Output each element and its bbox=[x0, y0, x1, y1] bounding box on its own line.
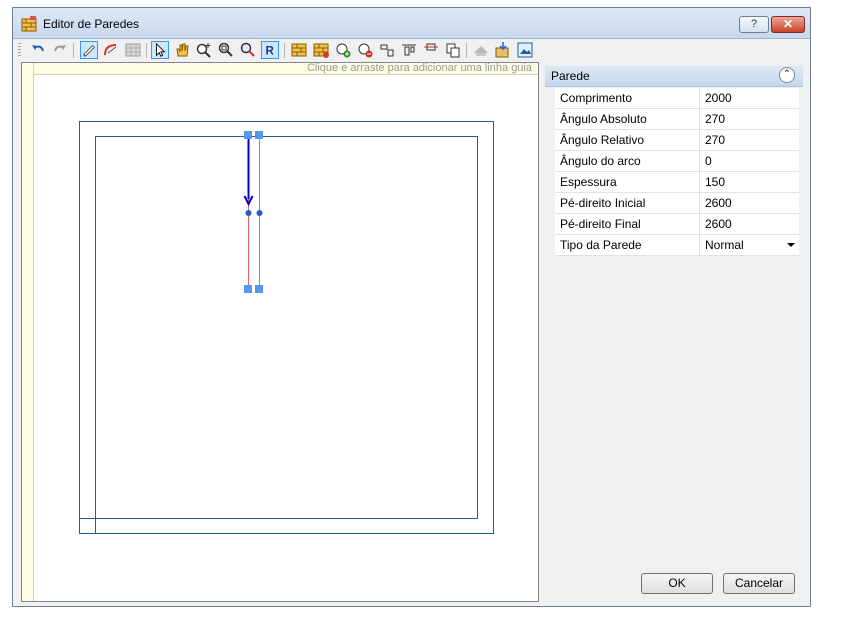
zoom-in-icon[interactable] bbox=[195, 41, 213, 59]
wall-editor-app-icon bbox=[21, 16, 37, 32]
toolbar-separator bbox=[146, 43, 147, 58]
toolbar-separator bbox=[466, 43, 467, 58]
dropdown-arrow-icon[interactable] bbox=[787, 243, 795, 247]
toolbar-separator bbox=[73, 43, 74, 58]
property-label: Comprimento bbox=[555, 88, 700, 108]
align-top-icon[interactable] bbox=[400, 41, 418, 59]
property-row-angulo-arco[interactable]: Ângulo do arco 0 bbox=[555, 151, 799, 172]
ok-button[interactable]: OK bbox=[641, 573, 713, 594]
toolbar-grip[interactable] bbox=[18, 43, 21, 57]
cancel-button[interactable]: Cancelar bbox=[723, 573, 795, 594]
import-icon[interactable] bbox=[494, 41, 512, 59]
property-value-angulo-relativo[interactable]: 270 bbox=[701, 130, 799, 150]
inner-wall-outline bbox=[95, 136, 478, 519]
wall-start-handle-right bbox=[255, 131, 263, 139]
help-button[interactable]: ? bbox=[739, 16, 769, 33]
plan-drawing[interactable] bbox=[22, 63, 539, 602]
property-row-pe-direito-inicial[interactable]: Pé-direito Inicial 2600 bbox=[555, 193, 799, 214]
property-row-pe-direito-final[interactable]: Pé-direito Final 2600 bbox=[555, 214, 799, 235]
roof-icon[interactable] bbox=[472, 41, 490, 59]
outer-wall-outline bbox=[79, 121, 494, 534]
wall-brick-icon[interactable] bbox=[290, 41, 308, 59]
collapse-chevron-icon[interactable]: ⌃ bbox=[779, 67, 795, 83]
wall-end-handle-left bbox=[244, 285, 252, 293]
property-value-angulo-arco[interactable]: 0 bbox=[701, 151, 799, 171]
property-label: Pé-direito Inicial bbox=[555, 193, 700, 213]
property-label: Ângulo do arco bbox=[555, 151, 700, 171]
property-row-espessura[interactable]: Espessura 150 bbox=[555, 172, 799, 193]
property-value-pe-direito-inicial[interactable]: 2600 bbox=[701, 193, 799, 213]
property-label: Pé-direito Final bbox=[555, 214, 700, 234]
close-button[interactable]: ✕ bbox=[771, 16, 805, 33]
grid-icon[interactable] bbox=[124, 41, 142, 59]
redo-icon[interactable] bbox=[51, 41, 69, 59]
remove-node-icon[interactable] bbox=[356, 41, 374, 59]
title-bar: Editor de Paredes ? ✕ bbox=[13, 8, 810, 39]
toolbar: R bbox=[13, 39, 810, 61]
property-value-comprimento[interactable]: 2000 bbox=[701, 88, 799, 108]
copy-icon[interactable] bbox=[444, 41, 462, 59]
property-row-tipo-parede[interactable]: Tipo da Parede Normal bbox=[555, 235, 799, 256]
toolbar-separator bbox=[284, 43, 285, 58]
draw-arc-wall-icon[interactable] bbox=[102, 41, 120, 59]
property-value-angulo-absoluto[interactable]: 270 bbox=[701, 109, 799, 129]
wall-midpoint-handle-left bbox=[245, 210, 252, 216]
window-title: Editor de Paredes bbox=[43, 17, 140, 31]
properties-header: Parede ⌃ bbox=[545, 66, 803, 87]
property-label: Ângulo Absoluto bbox=[555, 109, 700, 129]
property-value-pe-direito-final[interactable]: 2600 bbox=[701, 214, 799, 234]
select-pointer-icon[interactable] bbox=[151, 41, 169, 59]
undo-icon[interactable] bbox=[29, 41, 47, 59]
property-row-comprimento[interactable]: Comprimento 2000 bbox=[555, 88, 799, 109]
property-label: Tipo da Parede bbox=[555, 235, 700, 255]
wall-brick-edit-icon[interactable] bbox=[312, 41, 330, 59]
wall-midpoint-handle-right bbox=[256, 210, 263, 216]
editor-window: Editor de Paredes ? ✕ R Clique e arraste… bbox=[12, 7, 811, 607]
align-center-icon[interactable] bbox=[422, 41, 440, 59]
properties-title: Parede bbox=[551, 69, 590, 83]
wall-type-select[interactable]: Normal bbox=[701, 235, 799, 255]
property-label: Espessura bbox=[555, 172, 700, 192]
wall-start-handle-left bbox=[244, 131, 252, 139]
wall-end-handle-right bbox=[255, 285, 263, 293]
property-grid: Comprimento 2000 Ângulo Absoluto 270 Âng… bbox=[555, 88, 799, 256]
property-row-angulo-relativo[interactable]: Ângulo Relativo 270 bbox=[555, 130, 799, 151]
property-label: Ângulo Relativo bbox=[555, 130, 700, 150]
pan-hand-icon[interactable] bbox=[173, 41, 191, 59]
property-value-espessura[interactable]: 150 bbox=[701, 172, 799, 192]
align-left-icon[interactable] bbox=[378, 41, 396, 59]
draw-wall-icon[interactable] bbox=[80, 41, 98, 59]
add-node-icon[interactable] bbox=[334, 41, 352, 59]
image-icon[interactable] bbox=[516, 41, 534, 59]
refresh-icon[interactable]: R bbox=[261, 41, 279, 59]
drawing-canvas[interactable]: Clique e arraste para adicionar uma linh… bbox=[21, 62, 539, 602]
svg-text:R: R bbox=[266, 45, 275, 57]
wall-type-value: Normal bbox=[705, 238, 744, 252]
property-row-angulo-absoluto[interactable]: Ângulo Absoluto 270 bbox=[555, 109, 799, 130]
zoom-extents-icon[interactable] bbox=[239, 41, 257, 59]
zoom-window-icon[interactable] bbox=[217, 41, 235, 59]
